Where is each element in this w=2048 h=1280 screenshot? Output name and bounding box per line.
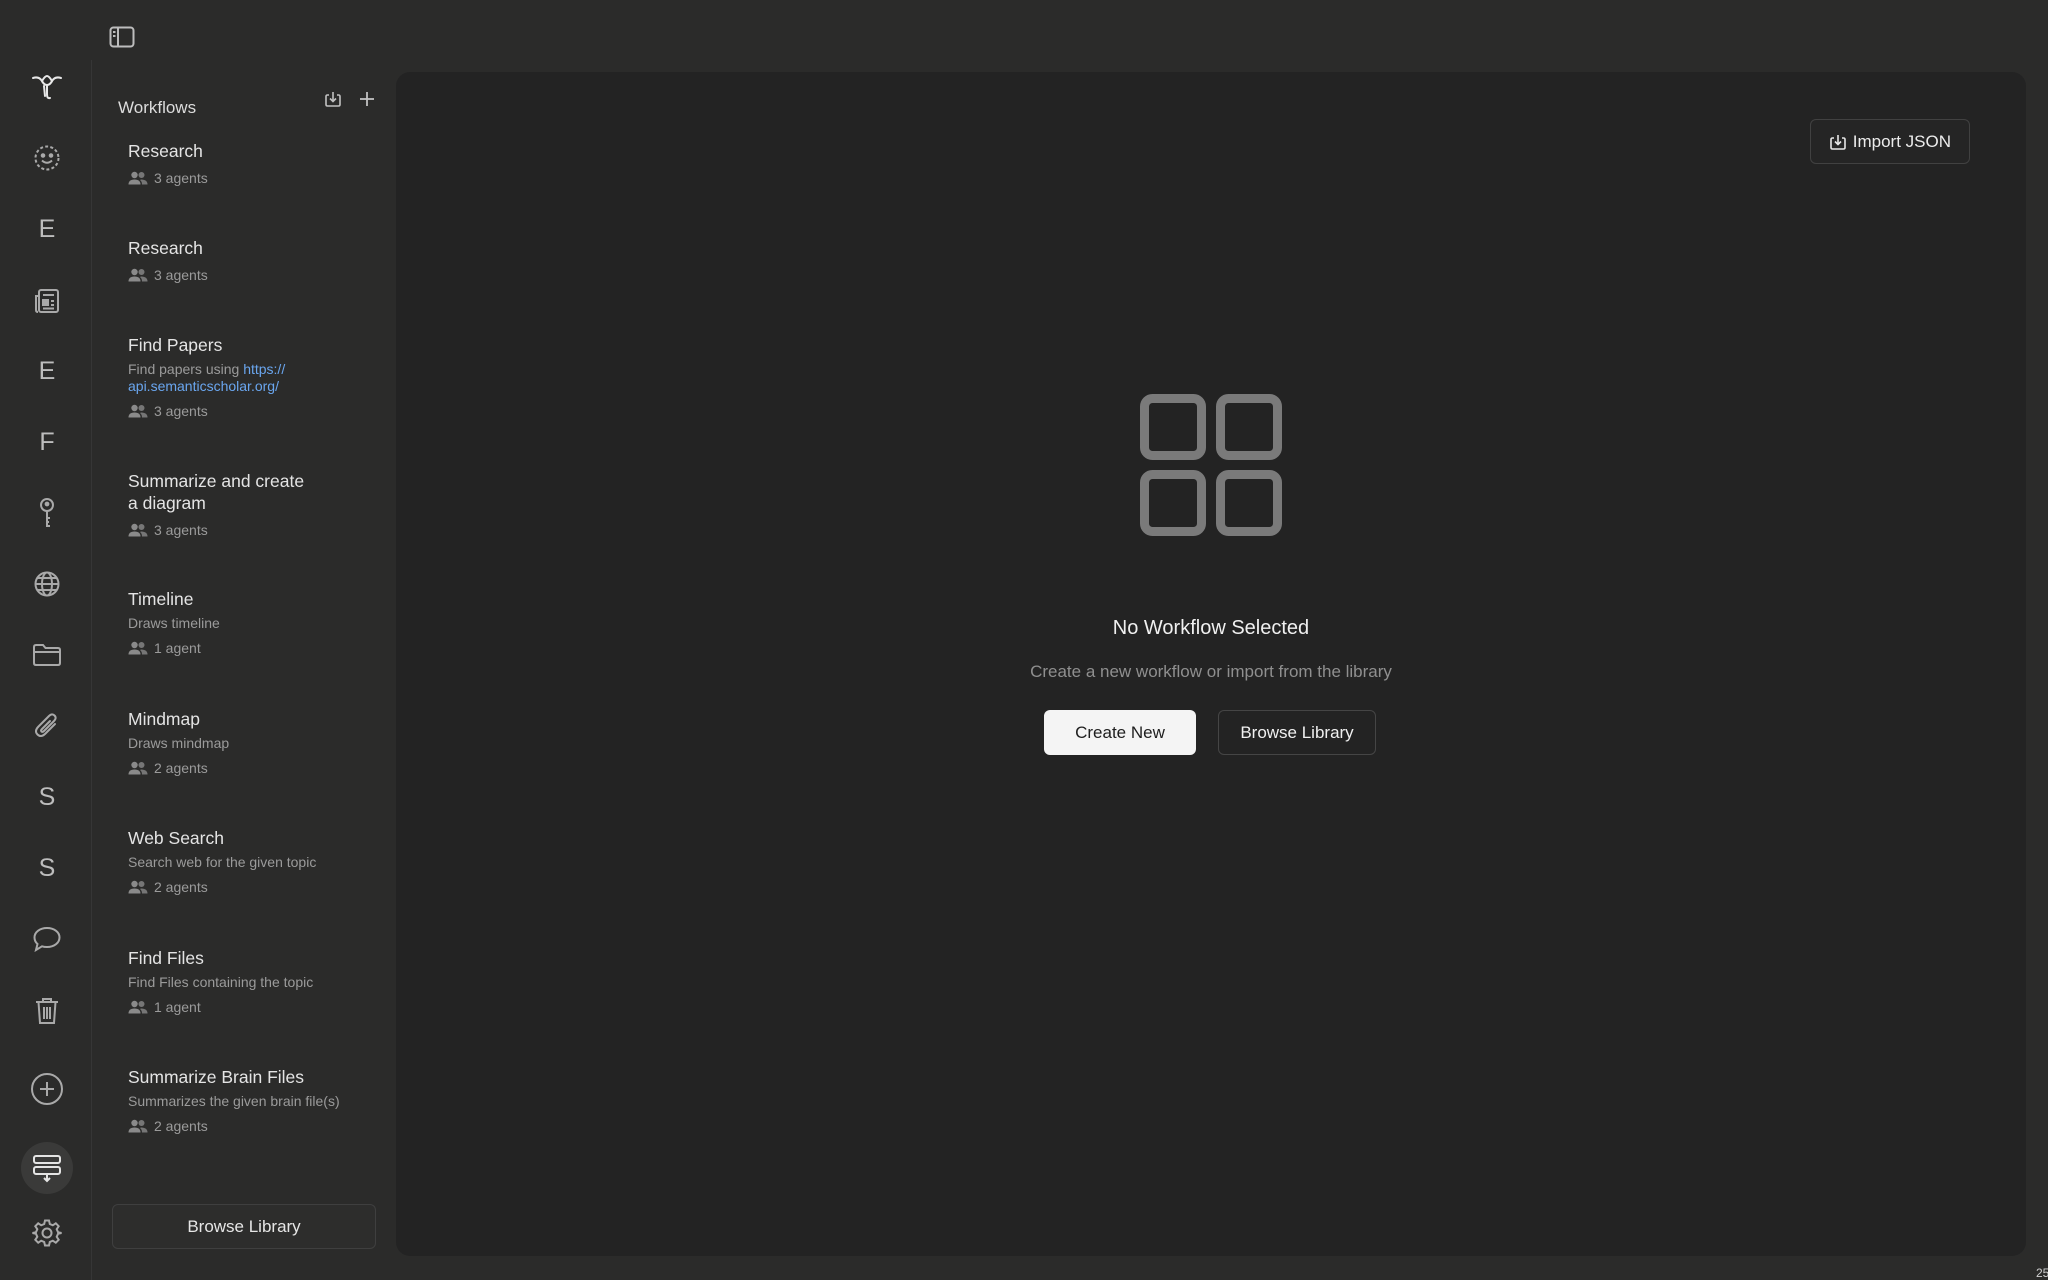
users-icon	[128, 761, 148, 775]
browse-library-button[interactable]: Browse Library	[112, 1204, 376, 1249]
workflow-item[interactable]: Find Files Find Files containing the topi…	[118, 947, 382, 1015]
folder-icon[interactable]	[24, 632, 70, 678]
workflow-item[interactable]: Mindmap Draws mindmap 2 agents	[118, 708, 382, 776]
workflow-agent-count: 1 agent	[128, 999, 372, 1015]
workflow-item[interactable]: Summarize Brain Files Summarizes the give…	[118, 1066, 382, 1134]
workflow-agent-count: 3 agents	[128, 522, 372, 538]
add-workflow-button[interactable]	[356, 88, 378, 110]
workflow-description: Summarizes the given brain file(s)	[128, 1093, 372, 1110]
corner-text: 25	[2036, 1266, 2048, 1280]
create-new-button[interactable]: Create New	[1044, 710, 1196, 755]
workflow-agent-count-text: 3 agents	[154, 267, 208, 283]
workflow-name: Research	[128, 141, 203, 161]
sidebar-panel-icon	[109, 26, 135, 48]
workflow-agent-count-text: 3 agents	[154, 403, 208, 419]
empty-state-subtitle: Create a new workflow or import from the…	[1030, 662, 1392, 681]
workflow-item[interactable]: Research 3 agents	[118, 140, 382, 186]
workflow-item[interactable]: Summarize and create a diagram 3 agents	[118, 470, 382, 538]
rail-item-e-2[interactable]: E	[24, 348, 70, 394]
workflow-description: Draws timeline	[128, 615, 372, 632]
import-json-label: Import JSON	[1852, 131, 1951, 151]
workflow-agent-count-text: 2 agents	[154, 879, 208, 895]
workflow-agent-count-text: 2 agents	[154, 1118, 208, 1134]
browse-library-main-button[interactable]: Browse Library	[1218, 710, 1376, 755]
workflow-description: Search web for the given topic	[128, 854, 372, 871]
rail-item-s-2[interactable]: S	[24, 845, 70, 891]
workflow-agent-count-text: 2 agents	[154, 760, 208, 776]
users-icon	[128, 641, 148, 655]
elephant-logo-icon[interactable]	[24, 64, 70, 110]
workflow-name: Find Files	[128, 948, 204, 968]
paperclip-icon[interactable]	[24, 703, 70, 749]
workflow-description-text: Draws timeline	[128, 615, 220, 631]
rail-item-s-1[interactable]: S	[24, 774, 70, 820]
workflow-description: Find Files containing the topic	[128, 974, 372, 991]
import-icon	[1829, 134, 1846, 150]
workflow-item[interactable]: Research 3 agents	[118, 237, 382, 283]
users-icon	[128, 171, 148, 185]
smiley-icon[interactable]	[24, 135, 70, 181]
workflow-description-text: Search web for the given topic	[128, 854, 317, 870]
empty-state-title: No Workflow Selected	[1112, 617, 1310, 639]
workflow-agent-count: 3 agents	[128, 170, 372, 186]
rail-item-f[interactable]: F	[24, 419, 70, 465]
workflow-description-text: Find papers using	[128, 361, 244, 377]
workflow-item[interactable]: Timeline Draws timeline 1 agent	[118, 588, 382, 656]
rail-item-e-1[interactable]: E	[24, 206, 70, 252]
users-icon	[128, 404, 148, 418]
workflow-agent-count-text: 3 agents	[154, 170, 208, 186]
users-icon	[128, 1119, 148, 1133]
workflow-name: Summarize Brain Files	[128, 1067, 305, 1087]
workflow-description-text: Find Files containing the topic	[128, 974, 314, 990]
grid-icon	[1140, 394, 1282, 536]
workflows-panel: Workflows Research 3 agents Research 3 agen…	[92, 60, 392, 1280]
workflow-agent-count: 3 agents	[128, 403, 372, 419]
workflow-name: Summarize and create a diagram	[128, 471, 305, 513]
workflow-name: Find Papers	[128, 335, 223, 355]
plus-icon	[360, 92, 374, 106]
download-box-icon	[325, 92, 341, 107]
workflow-description: Find papers using https:// api.semantics…	[128, 361, 372, 395]
workflow-description-text: Summarizes the given brain file(s)	[128, 1093, 340, 1109]
workflow-agent-count: 2 agents	[128, 1118, 372, 1134]
users-icon	[128, 880, 148, 894]
workflow-agent-count: 1 agent	[128, 640, 372, 656]
plus-circle-icon[interactable]	[24, 1066, 70, 1112]
workflow-name: Web Search	[128, 828, 224, 848]
newspaper-icon[interactable]	[24, 278, 70, 324]
users-icon	[128, 1000, 148, 1014]
users-icon	[128, 523, 148, 537]
workflow-agent-count: 2 agents	[128, 760, 372, 776]
workflow-item[interactable]: Find Papers Find papers using https:// ap…	[118, 334, 382, 419]
key-icon[interactable]	[24, 490, 70, 536]
workflow-agent-count-text: 1 agent	[154, 999, 201, 1015]
workflow-agent-count-text: 3 agents	[154, 522, 208, 538]
workflow-agent-count: 2 agents	[128, 879, 372, 895]
workflow-item[interactable]: Web Search Search web for the given topic…	[118, 827, 382, 895]
workflow-name: Timeline	[128, 589, 194, 609]
workflow-name: Mindmap	[128, 709, 200, 729]
import-workflow-button[interactable]	[322, 88, 344, 110]
workflow-agent-count: 3 agents	[128, 267, 372, 283]
globe-icon[interactable]	[24, 561, 70, 607]
workflow-name: Research	[128, 238, 203, 258]
workflow-main-area: Import JSON No Workflow Selected Create …	[396, 72, 2026, 1256]
sidebar-toggle-button[interactable]	[106, 22, 138, 52]
workflow-description: Draws mindmap	[128, 735, 372, 752]
panel-title: Workflows	[118, 98, 197, 117]
import-json-button[interactable]: Import JSON	[1809, 119, 1970, 164]
icon-rail: E E F S S	[0, 60, 92, 1280]
chat-bubble-icon[interactable]	[24, 916, 70, 962]
workflow-description-text: Draws mindmap	[128, 735, 230, 751]
gear-icon[interactable]	[24, 1210, 70, 1256]
trash-icon[interactable]	[24, 988, 70, 1034]
users-icon	[128, 268, 148, 282]
workflow-icon[interactable]	[21, 1142, 73, 1194]
workflow-agent-count-text: 1 agent	[154, 640, 201, 656]
